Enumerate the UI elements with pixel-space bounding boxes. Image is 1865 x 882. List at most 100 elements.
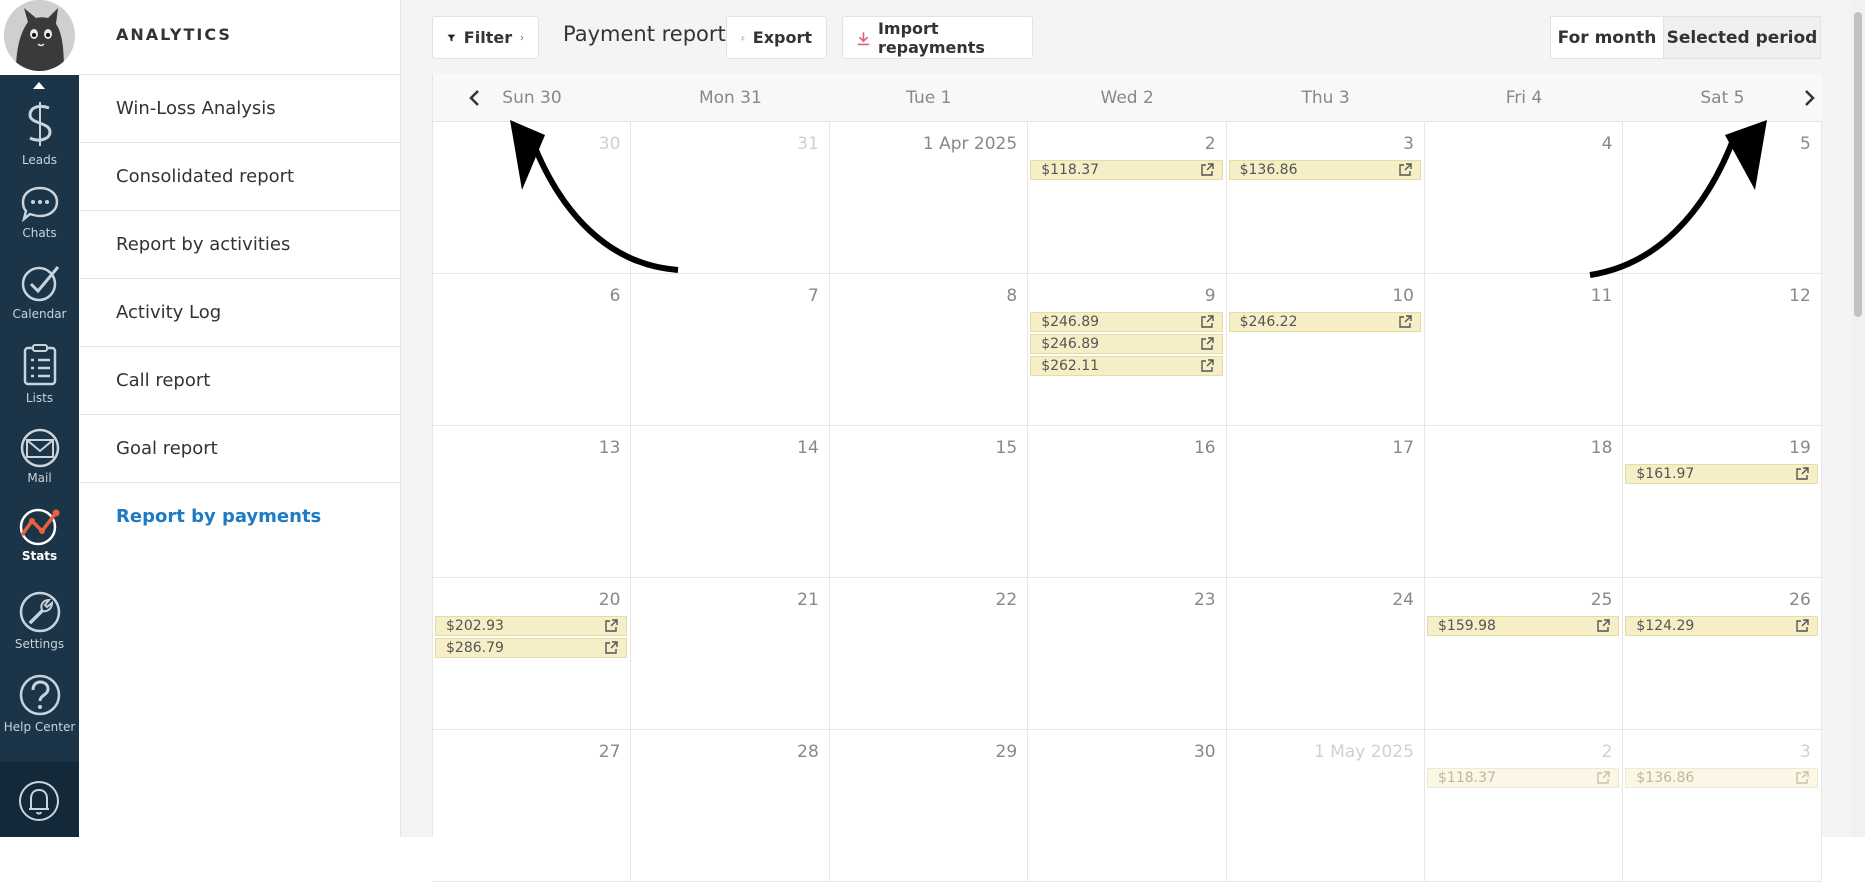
payment-entry[interactable]: $202.93: [435, 616, 628, 636]
external-link-icon[interactable]: [1200, 337, 1214, 350]
day-number: 18: [1590, 438, 1613, 458]
rail-item-lists[interactable]: Lists: [0, 344, 79, 405]
payment-amount: $124.29: [1636, 618, 1695, 634]
rail-item-leads[interactable]: Leads: [0, 100, 79, 167]
payment-amount: $246.89: [1041, 314, 1100, 330]
day-number: 17: [1392, 438, 1414, 458]
payment-entry[interactable]: $246.89: [1030, 312, 1223, 332]
day-number: 1 Apr 2025: [922, 134, 1018, 154]
payment-entry[interactable]: $161.97: [1625, 464, 1818, 484]
calendar-day-cell[interactable]: 11: [1425, 274, 1624, 426]
calendar-day-cell[interactable]: 21: [631, 578, 830, 730]
calendar-day-cell[interactable]: 12: [1623, 274, 1822, 426]
calendar-day-cell[interactable]: 17: [1226, 426, 1425, 578]
calendar-day-cell[interactable]: 25 $159.98: [1425, 578, 1624, 730]
calendar-day-cell[interactable]: 7: [631, 274, 830, 426]
day-number: 16: [1193, 438, 1216, 458]
export-button[interactable]: Export: [726, 16, 827, 59]
calendar-day-cell[interactable]: 20 $202.93 $286.79: [433, 578, 632, 730]
payment-amount: $246.22: [1239, 314, 1298, 330]
calendar-day-cell[interactable]: 1 May 2025: [1226, 730, 1425, 882]
day-number: 26: [1789, 590, 1811, 610]
selected-period-toggle[interactable]: Selected period: [1663, 16, 1821, 59]
sidebar-item-call-report[interactable]: Call report: [79, 346, 401, 414]
calendar-day-cell[interactable]: 15: [829, 426, 1029, 578]
calendar-day-cell[interactable]: 2 $118.37: [1425, 730, 1624, 882]
payment-entry[interactable]: $286.79: [435, 638, 628, 658]
filter-label: Filter: [463, 28, 513, 47]
calendar-day-cell[interactable]: 14: [631, 426, 830, 578]
payment-entry[interactable]: $118.37: [1030, 160, 1223, 180]
calendar-day-cell[interactable]: 13: [433, 426, 632, 578]
rail-item-calendar[interactable]: Calendar: [0, 263, 79, 321]
external-link-icon[interactable]: [1597, 619, 1611, 632]
calendar-day-cell[interactable]: 22: [829, 578, 1029, 730]
calendar-day-cell[interactable]: 19 $161.97: [1623, 426, 1822, 578]
page-scrollbar[interactable]: [1851, 0, 1865, 837]
external-link-icon[interactable]: [1200, 315, 1214, 328]
rail-item-help-center[interactable]: Help Center: [0, 673, 79, 734]
day-number: 5: [1799, 134, 1811, 154]
bell-icon: [19, 781, 59, 821]
calendar-day-cell[interactable]: 8: [829, 274, 1029, 426]
sidebar-item-goal-report[interactable]: Goal report: [79, 414, 401, 482]
payment-entry[interactable]: $118.37: [1427, 768, 1620, 788]
external-link-icon[interactable]: [1796, 467, 1809, 480]
filter-button[interactable]: Filter: [432, 16, 539, 59]
calendar-day-cell[interactable]: 3 $136.86: [1226, 122, 1425, 274]
sidebar-item-report-by-payments[interactable]: Report by payments: [79, 482, 401, 550]
calendar-day-cell[interactable]: 2 $118.37: [1028, 122, 1227, 274]
calendar-day-cell[interactable]: 29: [829, 730, 1029, 882]
external-link-icon[interactable]: [1200, 163, 1214, 176]
rail-scroll-up-icon[interactable]: [33, 82, 45, 89]
download-icon: [857, 31, 870, 45]
calendar-day-cell[interactable]: 1 Apr 2025: [829, 122, 1029, 274]
payment-entry[interactable]: $159.98: [1427, 616, 1620, 636]
rail-item-label: Lists: [25, 391, 54, 405]
calendar-day-cell[interactable]: 10 $246.22: [1226, 274, 1425, 426]
external-link-icon[interactable]: [1796, 619, 1809, 632]
external-link-icon[interactable]: [1796, 771, 1809, 784]
for-month-toggle[interactable]: For month: [1550, 16, 1664, 59]
sidebar-item-report-by-activities[interactable]: Report by activities: [79, 210, 401, 278]
scrollbar-thumb[interactable]: [1854, 12, 1862, 317]
calendar-day-cell[interactable]: 3 $136.86: [1623, 730, 1822, 882]
sidebar-item-activity-log[interactable]: Activity Log: [79, 278, 401, 346]
rail-item-stats[interactable]: Stats: [0, 505, 79, 563]
calendar-day-cell[interactable]: 30: [1028, 730, 1227, 882]
external-link-icon[interactable]: [1597, 771, 1611, 784]
payment-entry[interactable]: $136.86: [1625, 768, 1818, 788]
payment-entry[interactable]: $124.29: [1625, 616, 1818, 636]
calendar-day-cell[interactable]: 27: [433, 730, 632, 882]
sidebar-item-consolidated-report[interactable]: Consolidated report: [79, 142, 401, 210]
external-link-icon[interactable]: [1399, 163, 1412, 176]
payment-entry[interactable]: $246.89: [1030, 334, 1223, 354]
calendar-day-cell[interactable]: 23: [1028, 578, 1227, 730]
rail-item-chats[interactable]: Chats: [0, 185, 79, 240]
rail-item-mail[interactable]: Mail: [0, 428, 79, 485]
sidebar-item-win-loss-analysis[interactable]: Win-Loss Analysis: [79, 74, 401, 142]
payment-entry[interactable]: $262.11: [1030, 356, 1223, 376]
day-number: 3: [1799, 742, 1811, 762]
day-number: 3: [1403, 134, 1414, 154]
payment-amount: $159.98: [1438, 618, 1496, 634]
calendar-day-cell[interactable]: 26 $124.29: [1623, 578, 1822, 730]
calendar-day-cell[interactable]: 16: [1028, 426, 1227, 578]
payment-entry[interactable]: $246.22: [1228, 312, 1421, 332]
calendar-day-cell[interactable]: 28: [631, 730, 830, 882]
notifications-button[interactable]: [0, 762, 79, 837]
payment-entry[interactable]: $136.86: [1228, 160, 1421, 180]
user-avatar[interactable]: [4, 0, 75, 71]
import-repayments-button[interactable]: Import repayments: [842, 16, 1033, 59]
external-link-icon[interactable]: [1200, 359, 1214, 372]
calendar-day-cell[interactable]: 18: [1425, 426, 1624, 578]
calendar-day-cell[interactable]: 24: [1226, 578, 1425, 730]
calendar-day-cell[interactable]: 9 $246.89 $246.89 $262.11: [1028, 274, 1227, 426]
chevron-right-icon: [520, 35, 524, 40]
external-link-icon[interactable]: [1399, 315, 1412, 328]
calendar-day-cell[interactable]: 6: [433, 274, 632, 426]
rail-item-settings[interactable]: Settings: [0, 590, 79, 651]
external-link-icon[interactable]: [605, 619, 619, 632]
external-link-icon[interactable]: [605, 641, 619, 654]
payment-amount: $118.37: [1438, 770, 1496, 786]
